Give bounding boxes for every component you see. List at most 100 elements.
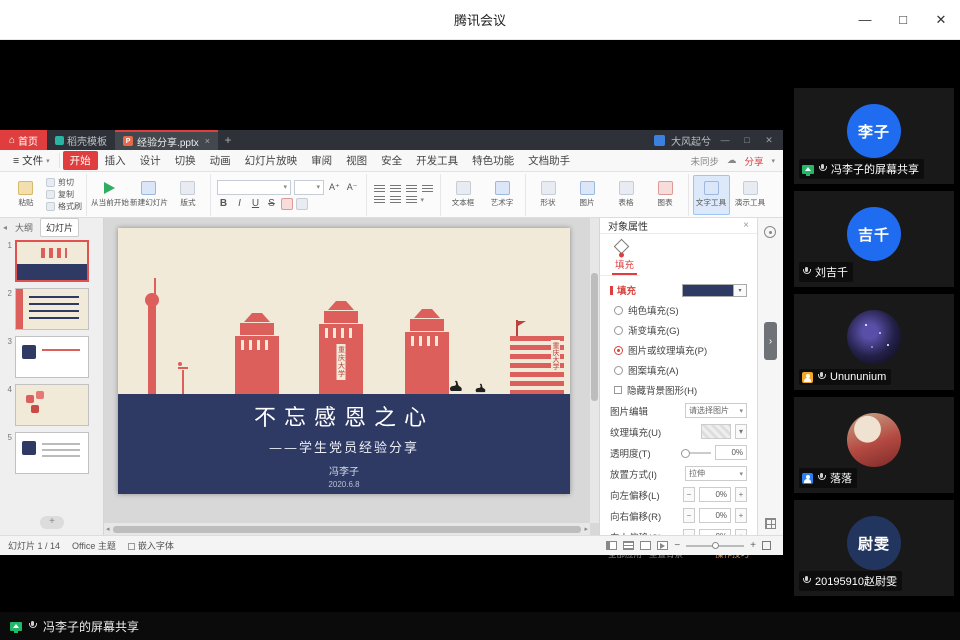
close-tab-icon[interactable]: × <box>205 136 210 146</box>
table-button[interactable]: 表格 <box>608 175 645 215</box>
line-spacing-icon[interactable] <box>406 196 417 204</box>
zoom-out-icon[interactable]: − <box>674 540 680 551</box>
tab-review[interactable]: 审阅 <box>304 151 339 170</box>
new-slide-button[interactable]: + <box>40 516 64 529</box>
file-menu[interactable]: ≡ 文件 ▾ <box>4 153 60 168</box>
zoom-slider-handle[interactable] <box>712 542 719 549</box>
account-name[interactable]: 大风起兮 <box>671 133 711 148</box>
new-tab-button[interactable]: + <box>218 130 238 150</box>
tab-assistant[interactable]: 文档助手 <box>521 151 577 170</box>
picture-button[interactable]: 图片 <box>569 175 606 215</box>
vertical-scrollbar[interactable] <box>590 218 599 523</box>
wps-maximize-icon[interactable]: □ <box>739 135 755 145</box>
minimize-button[interactable]: — <box>846 0 884 39</box>
increase-font-button[interactable]: A⁺ <box>327 182 342 193</box>
wordart-button[interactable]: 艺术字 <box>484 175 521 215</box>
justify-icon[interactable] <box>422 185 433 193</box>
participant-tile-2[interactable]: 吉千 刘吉千 <box>794 191 954 287</box>
align-left-icon[interactable] <box>374 185 385 193</box>
bullet-list-icon[interactable] <box>374 196 385 204</box>
underline-button[interactable]: U <box>249 198 262 209</box>
close-button[interactable]: ✕ <box>922 0 960 39</box>
placement-dropdown[interactable]: 拉伸 ▾ <box>685 466 747 481</box>
slide-thumbnail-3[interactable]: 3 <box>2 336 101 378</box>
bold-button[interactable]: B <box>217 198 230 209</box>
highlight-color-icon[interactable] <box>296 198 308 210</box>
grid-view-icon[interactable] <box>765 518 776 529</box>
close-panel-icon[interactable]: × <box>743 220 749 231</box>
outline-tab[interactable]: 大纲 <box>10 219 38 236</box>
textbox-button[interactable]: 文本框 <box>445 175 482 215</box>
increment-button[interactable]: + <box>735 508 747 523</box>
maximize-button[interactable]: □ <box>884 0 922 39</box>
option-pattern-fill[interactable]: 图案填充(A) <box>600 360 757 380</box>
horizontal-scrollbar[interactable]: ◂ ▸ <box>104 523 590 535</box>
strikethrough-button[interactable]: S <box>265 198 278 209</box>
tab-developer[interactable]: 开发工具 <box>409 151 465 170</box>
participant-tile-3[interactable]: Unununium <box>794 294 954 390</box>
slide-thumbnail-5[interactable]: 5 <box>2 432 101 474</box>
option-gradient-fill[interactable]: 渐变填充(G) <box>600 320 757 340</box>
sync-status[interactable]: 未同步 <box>690 154 719 168</box>
slideshow-icon[interactable] <box>657 541 668 550</box>
tab-design[interactable]: 设计 <box>133 151 168 170</box>
offset-left-value[interactable]: 0% <box>699 487 731 502</box>
reading-view-icon[interactable] <box>640 541 651 550</box>
slide-sorter-icon[interactable] <box>623 541 634 550</box>
shape-button[interactable]: 形状 <box>530 175 567 215</box>
slides-tab[interactable]: 幻灯片 <box>40 218 79 237</box>
wps-close-icon[interactable]: ✕ <box>761 135 777 146</box>
transparency-value[interactable]: 0% <box>715 445 747 460</box>
slide-thumbnail-2[interactable]: 2 <box>2 288 101 330</box>
share-button[interactable]: 分享 <box>744 154 763 168</box>
tab-insert[interactable]: 插入 <box>98 151 133 170</box>
align-center-icon[interactable] <box>390 185 401 193</box>
option-hide-background[interactable]: 隐藏背景图形(H) <box>600 380 757 400</box>
tab-animation[interactable]: 动画 <box>203 151 238 170</box>
new-slide-button-ribbon[interactable]: 新建幻灯片 <box>130 175 167 215</box>
option-solid-fill[interactable]: 纯色填充(S) <box>600 300 757 320</box>
present-tool-button[interactable]: 演示工具 <box>732 175 769 215</box>
participant-tile-5[interactable]: 尉雯 20195910赵尉雯 <box>794 500 954 596</box>
tab-slideshow[interactable]: 幻灯片放映 <box>238 151 305 170</box>
font-family-select[interactable]: ▾ <box>217 180 291 195</box>
play-from-current-button[interactable]: 从当前开始 <box>91 175 128 215</box>
collapse-panel-icon[interactable]: ◂ <box>3 223 7 232</box>
fill-color-swatch[interactable] <box>682 284 734 297</box>
format-painter-button[interactable]: 格式刷 <box>46 201 82 212</box>
paste-button[interactable]: 粘贴 <box>7 175 44 215</box>
fit-slide-icon[interactable] <box>762 541 771 550</box>
texture-dropdown-button[interactable]: ▾ <box>735 424 747 439</box>
decrement-button[interactable]: − <box>683 487 695 502</box>
texture-preview[interactable] <box>701 424 731 439</box>
wps-document-tab[interactable]: P 经验分享.pptx × <box>115 130 218 150</box>
tab-security[interactable]: 安全 <box>374 151 409 170</box>
slide-thumbnail-4[interactable]: 4 <box>2 384 101 426</box>
cut-button[interactable]: 剪切 <box>46 177 82 188</box>
wps-minimize-icon[interactable]: — <box>717 135 733 145</box>
zoom-in-icon[interactable]: + <box>750 540 756 551</box>
offset-right-value[interactable]: 0% <box>699 508 731 523</box>
slide-thumbnail-1[interactable]: 1 <box>2 240 101 282</box>
fill-color-picker[interactable]: ▾ <box>682 284 747 297</box>
tab-transition[interactable]: 切换 <box>168 151 203 170</box>
align-right-icon[interactable] <box>406 185 417 193</box>
decrement-button[interactable]: − <box>683 508 695 523</box>
increment-button[interactable]: + <box>735 487 747 502</box>
wps-docer-tab[interactable]: 稻壳模板 <box>47 130 115 150</box>
current-slide[interactable]: 重庆大学 重庆大学 不忘感恩之心 <box>118 228 570 494</box>
font-embed-toggle[interactable]: 嵌入字体 <box>128 539 174 552</box>
picture-edit-dropdown[interactable]: 请选择图片 ▾ <box>685 403 747 418</box>
collapse-properties-tab[interactable]: › <box>764 322 777 360</box>
font-color-icon[interactable] <box>281 198 293 210</box>
scroll-left-icon[interactable]: ◂ <box>106 525 110 533</box>
scrollbar-thumb[interactable] <box>591 273 598 401</box>
font-size-select[interactable]: ▾ <box>294 180 324 195</box>
slide-canvas[interactable]: 重庆大学 重庆大学 不忘感恩之心 <box>104 218 599 535</box>
layout-button[interactable]: 版式 <box>169 175 206 215</box>
copy-button[interactable]: 复制 <box>46 189 82 200</box>
decrease-font-button[interactable]: A⁻ <box>345 182 360 193</box>
chart-button[interactable]: 图表 <box>647 175 684 215</box>
participant-tile-4[interactable]: 落落 <box>794 397 954 493</box>
wps-home-tab[interactable]: ⌂ 首页 <box>0 130 47 150</box>
